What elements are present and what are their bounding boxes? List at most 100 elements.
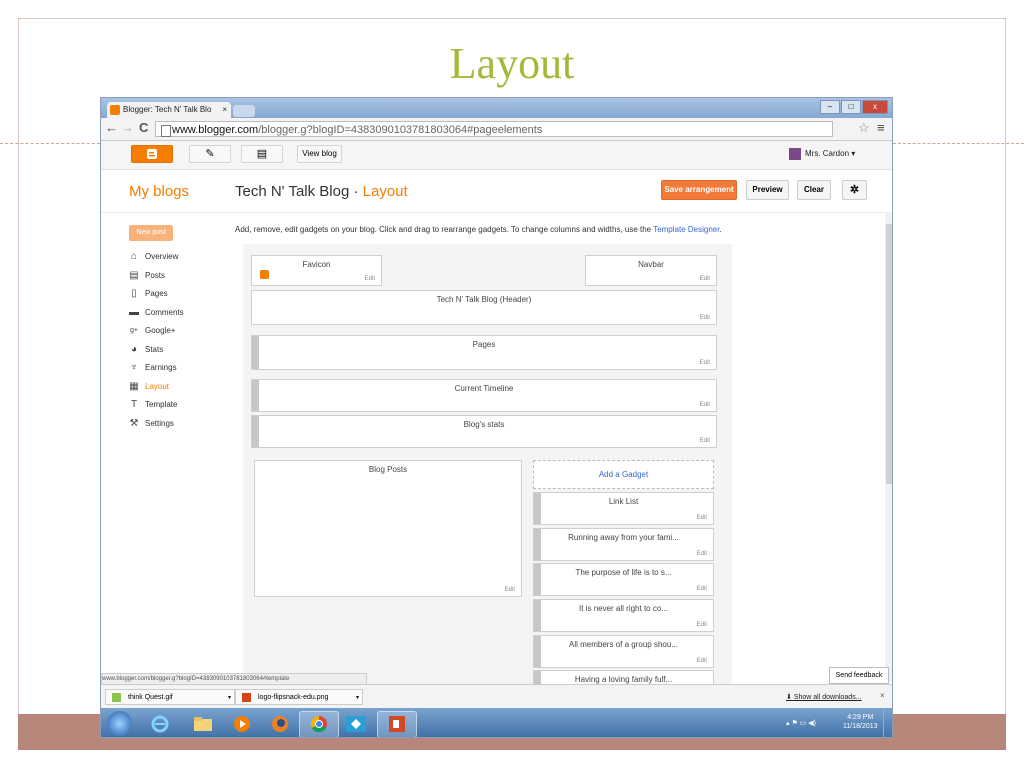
download-name: logo-flipsnack-edu.png xyxy=(258,694,329,701)
blogger-logo-button[interactable] xyxy=(131,145,173,163)
send-feedback-button[interactable]: Send feedback xyxy=(829,667,889,684)
user-name: Mrs. Cardon xyxy=(805,149,850,159)
app-icon[interactable] xyxy=(337,711,375,736)
url-input[interactable]: www.blogger.com/blogger.g?blogID=4383090… xyxy=(155,121,833,137)
close-window-button[interactable]: x xyxy=(862,100,888,114)
chrome-icon[interactable] xyxy=(299,711,339,737)
my-blogs-link[interactable]: My blogs xyxy=(129,183,189,200)
bookmark-star-icon[interactable]: ☆ xyxy=(858,120,870,136)
gadget-title: The purpose of life is to s... xyxy=(575,568,672,577)
show-all-downloads-link[interactable]: ⬇ Show all downloads... xyxy=(786,693,862,701)
new-post-pencil-button[interactable]: ✎ xyxy=(189,145,231,163)
blog-posts-gadget[interactable]: Blog Posts Edit xyxy=(254,460,522,597)
download-item[interactable]: logo-flipsnack-edu.png ▾ xyxy=(235,689,363,705)
link-list-gadget[interactable]: Link List Edit xyxy=(533,492,714,525)
browser-menu-icon[interactable]: ≡ xyxy=(877,120,885,135)
sidebar-item-layout[interactable]: ▦ Layout xyxy=(129,381,184,401)
start-button[interactable] xyxy=(107,711,132,736)
sidebar-item-comments[interactable]: ▬ Comments xyxy=(129,307,184,327)
posts-list-button[interactable]: ▤ xyxy=(241,145,283,163)
close-downloads-icon[interactable]: × xyxy=(880,691,885,700)
dropdown-arrow-icon[interactable]: ▾ xyxy=(356,690,359,706)
internet-explorer-icon[interactable] xyxy=(141,711,179,736)
user-menu[interactable]: Mrs. Cardon ▾ xyxy=(789,148,855,160)
edit-link[interactable]: Edit xyxy=(700,276,710,282)
slide-divider-right xyxy=(893,143,1024,144)
address-bar-row: ← → C www.blogger.com/blogger.g?blogID=4… xyxy=(101,118,892,141)
html-gadget[interactable]: It is never all right to co... Edit xyxy=(533,599,714,632)
blog-name: Tech N' Talk Blog xyxy=(235,183,350,200)
header-divider xyxy=(101,212,892,213)
gadget-title: All members of a group shou... xyxy=(569,640,678,649)
header-gadget[interactable]: Tech N' Talk Blog (Header) Edit xyxy=(251,290,717,325)
trophy-icon: ♆ xyxy=(130,362,138,373)
html-gadget[interactable]: The purpose of life is to s... Edit xyxy=(533,563,714,596)
edit-link[interactable]: Edit xyxy=(697,622,707,628)
pages-gadget[interactable]: Pages Edit xyxy=(251,335,717,370)
minimize-button[interactable]: – xyxy=(820,100,840,114)
template-designer-link[interactable]: Template Designer xyxy=(653,225,719,234)
powerpoint-icon[interactable] xyxy=(377,711,417,737)
html-gadget[interactable]: All members of a group shou... Edit xyxy=(533,635,714,668)
sidebar-item-earnings[interactable]: ♆ Earnings xyxy=(129,363,184,382)
chevron-down-icon: ▾ xyxy=(851,149,856,159)
save-arrangement-button[interactable]: Save arrangement xyxy=(661,180,737,200)
new-post-button[interactable]: New post xyxy=(129,225,173,241)
forward-arrow-icon[interactable]: → xyxy=(121,120,134,135)
download-icon: ⬇ xyxy=(786,694,792,701)
sidebar-item-overview[interactable]: ⌂ Overview xyxy=(129,252,184,271)
firefox-glyph xyxy=(272,716,288,732)
media-player-icon[interactable] xyxy=(223,711,261,736)
navbar-gadget[interactable]: Navbar Edit xyxy=(585,255,717,286)
sidebar-item-stats[interactable]: ◕ Stats xyxy=(129,344,184,364)
pages-icon: ▯ xyxy=(131,288,137,299)
vertical-scrollbar[interactable] xyxy=(885,212,892,682)
edit-link[interactable]: Edit xyxy=(697,515,707,521)
sidebar-item-label: Comments xyxy=(145,307,184,317)
file-explorer-icon[interactable] xyxy=(184,711,222,736)
tab-close-icon[interactable]: × xyxy=(222,102,227,118)
current-timeline-gadget[interactable]: Current Timeline Edit xyxy=(251,379,717,412)
favicon-icon xyxy=(260,270,269,279)
edit-link[interactable]: Edit xyxy=(697,658,707,664)
gadget-title: Tech N' Talk Blog (Header) xyxy=(436,295,532,304)
edit-link[interactable]: Edit xyxy=(697,586,707,592)
reload-icon[interactable]: C xyxy=(139,120,148,135)
scrollbar-thumb[interactable] xyxy=(886,224,892,484)
sidebar-item-settings[interactable]: ⚒ Settings xyxy=(129,418,184,438)
show-desktop-button[interactable] xyxy=(883,708,892,737)
edit-link[interactable]: Edit xyxy=(505,587,515,593)
blogger-toolbar: ✎ ▤ View blog Mrs. Cardon ▾ xyxy=(101,141,892,170)
settings-gear-button[interactable]: ✲ xyxy=(842,180,867,200)
clear-button[interactable]: Clear xyxy=(797,180,831,200)
system-tray-icons[interactable]: ▴ ⚑ ▭ ◀) xyxy=(786,719,816,727)
ie-glyph xyxy=(151,715,169,733)
sidebar-item-pages[interactable]: ▯ Pages xyxy=(129,289,184,308)
sidebar-item-template[interactable]: T Template xyxy=(129,400,184,419)
back-arrow-icon[interactable]: ← xyxy=(105,120,118,135)
blog-stats-gadget[interactable]: Blog's stats Edit xyxy=(251,415,717,448)
download-item[interactable]: think Quest.gif ▾ xyxy=(105,689,235,705)
add-a-gadget-button[interactable]: Add a Gadget xyxy=(533,460,714,489)
edit-link[interactable]: Edit xyxy=(365,276,375,282)
edit-link[interactable]: Edit xyxy=(697,551,707,557)
dropdown-arrow-icon[interactable]: ▾ xyxy=(228,690,231,706)
firefox-icon[interactable] xyxy=(261,711,299,736)
edit-link[interactable]: Edit xyxy=(700,315,710,321)
chrome-glyph xyxy=(310,715,327,733)
taskbar-clock[interactable]: 4:29 PM 11/18/2013 xyxy=(843,713,878,731)
sidebar-item-google-[interactable]: g+ Google+ xyxy=(129,326,184,345)
browser-tab[interactable]: Blogger: Tech N' Talk Blo × xyxy=(107,102,231,118)
edit-link[interactable]: Edit xyxy=(700,360,710,366)
preview-button[interactable]: Preview xyxy=(746,180,789,200)
sidebar-nav: ⌂ Overview ▤ Posts ▯ Pages ▬ Comments g+ Google+ ◕… xyxy=(129,252,184,437)
maximize-button[interactable]: □ xyxy=(841,100,861,114)
gear-icon: ✲ xyxy=(849,184,860,196)
sidebar-item-posts[interactable]: ▤ Posts xyxy=(129,270,184,290)
edit-link[interactable]: Edit xyxy=(700,402,710,408)
html-gadget[interactable]: Running away from your fami... Edit xyxy=(533,528,714,561)
favicon-gadget[interactable]: Favicon Edit xyxy=(251,255,382,286)
edit-link[interactable]: Edit xyxy=(700,438,710,444)
new-tab-button[interactable] xyxy=(233,105,255,117)
view-blog-button[interactable]: View blog xyxy=(297,145,342,163)
